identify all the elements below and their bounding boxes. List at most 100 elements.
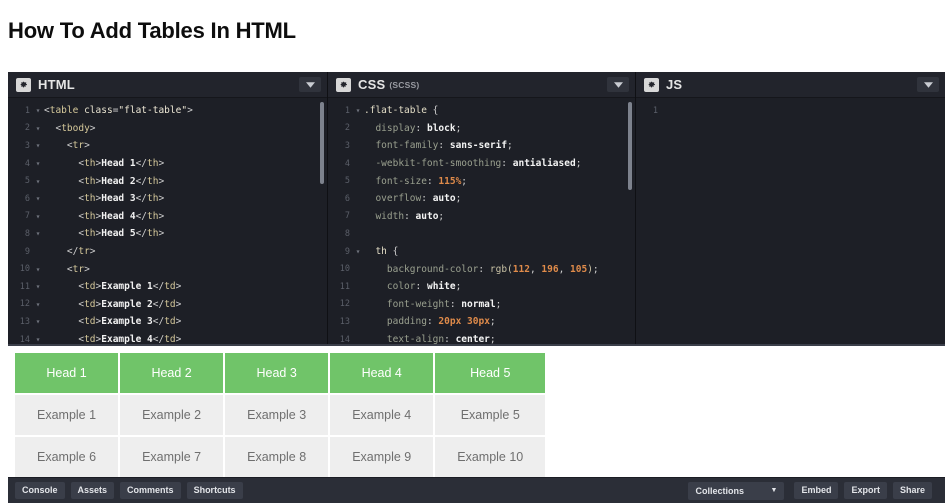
gear-icon[interactable] (16, 78, 31, 92)
table-cell: Example 7 (120, 437, 223, 477)
toolbar-button-console[interactable]: Console (15, 482, 65, 499)
table-header-cell: Head 1 (15, 353, 118, 393)
chevron-down-icon-css[interactable] (607, 77, 629, 92)
toolbar-button-export[interactable]: Export (844, 482, 887, 499)
line-number: 5 (328, 176, 354, 186)
code-line: 1▾<table class="flat-table"> (8, 102, 327, 120)
toolbar-button-share[interactable]: Share (893, 482, 932, 499)
code-text: th { (362, 246, 398, 257)
result-preview: Head 1Head 2Head 3Head 4Head 5Example 1E… (8, 344, 945, 477)
code-text: <tr> (42, 140, 90, 151)
table-row: Example 1Example 2Example 3Example 4Exam… (15, 395, 545, 435)
fold-marker[interactable]: ▾ (34, 265, 42, 274)
line-number: 9 (8, 247, 34, 257)
table-cell: Example 2 (120, 395, 223, 435)
fold-marker[interactable]: ▾ (354, 106, 362, 115)
code-line: 13▾ <td>Example 3</td> (8, 313, 327, 331)
toolbar-button-assets[interactable]: Assets (71, 482, 115, 499)
table-header-row: Head 1Head 2Head 3Head 4Head 5 (15, 353, 545, 393)
code-text: <td>Example 1</td> (42, 281, 181, 292)
editor-title-css: CSS (358, 77, 385, 92)
fold-marker[interactable]: ▾ (34, 106, 42, 115)
fold-marker[interactable]: ▾ (34, 300, 42, 309)
code-line: 11 color: white; (328, 278, 635, 296)
fold-marker[interactable]: ▾ (34, 124, 42, 133)
code-line: 5 font-size: 115%; (328, 172, 635, 190)
code-line: 14▾ <td>Example 4</td> (8, 331, 327, 344)
editor-scrollbar-css[interactable] (628, 102, 632, 190)
line-number: 10 (8, 264, 34, 274)
code-line: 6 overflow: auto; (328, 190, 635, 208)
line-number: 9 (328, 247, 354, 257)
line-number: 14 (8, 335, 34, 344)
code-line: 3▾ <tr> (8, 137, 327, 155)
line-number: 10 (328, 264, 354, 274)
fold-marker[interactable]: ▾ (34, 159, 42, 168)
code-line: 14 text-align: center; (328, 331, 635, 344)
line-number: 14 (328, 335, 354, 344)
code-lines-html: 1▾<table class="flat-table">2▾ <tbody>3▾… (8, 102, 327, 344)
code-area-html[interactable]: 1▾<table class="flat-table">2▾ <tbody>3▾… (8, 98, 327, 344)
code-line: 4 -webkit-font-smoothing: antialiased; (328, 155, 635, 173)
gear-icon[interactable] (644, 78, 659, 92)
line-number: 1 (328, 106, 354, 116)
code-text: font-family: sans-serif; (362, 140, 513, 151)
code-text: <table class="flat-table"> (42, 105, 193, 116)
table-header-cell: Head 5 (435, 353, 545, 393)
chevron-down-icon-js[interactable] (917, 77, 939, 92)
table-cell: Example 10 (435, 437, 545, 477)
gear-icon[interactable] (336, 78, 351, 92)
fold-marker[interactable]: ▾ (34, 335, 42, 344)
bottom-right-group: Collections ▼ Embed Export Share (688, 482, 938, 500)
editor-header-html: HTML (8, 72, 327, 98)
code-line: 5▾ <th>Head 2</th> (8, 172, 327, 190)
code-text: <td>Example 4</td> (42, 334, 181, 344)
editor-panels: HTML 1▾<table class="flat-table">2▾ <tbo… (8, 72, 945, 344)
collections-dropdown[interactable]: Collections ▼ (688, 482, 784, 500)
collections-label: Collections (695, 486, 744, 496)
chevron-down-icon-collections: ▼ (771, 487, 778, 494)
code-line: 12▾ <td>Example 2</td> (8, 296, 327, 314)
bottom-right-buttons: Embed Export Share (794, 482, 938, 499)
code-text: width: auto; (362, 211, 444, 222)
line-number: 7 (8, 211, 34, 221)
toolbar-button-shortcuts[interactable]: Shortcuts (187, 482, 243, 499)
line-number: 13 (8, 317, 34, 327)
line-number: 12 (8, 299, 34, 309)
line-number: 6 (8, 194, 34, 204)
fold-marker[interactable]: ▾ (34, 141, 42, 150)
code-line: 1▾.flat-table { (328, 102, 635, 120)
code-lines-js: 1 (636, 102, 945, 120)
fold-marker[interactable]: ▾ (34, 194, 42, 203)
code-text: <th>Head 3</th> (42, 193, 164, 204)
code-area-js[interactable]: 1 (636, 98, 945, 344)
line-number: 5 (8, 176, 34, 186)
code-line: 2 display: block; (328, 120, 635, 138)
fold-marker[interactable]: ▾ (34, 282, 42, 291)
toolbar-button-embed[interactable]: Embed (794, 482, 838, 499)
fold-marker[interactable]: ▾ (34, 229, 42, 238)
table-cell: Example 3 (225, 395, 328, 435)
code-text: font-size: 115%; (362, 176, 467, 187)
line-number: 3 (328, 141, 354, 151)
code-text: <td>Example 3</td> (42, 316, 181, 327)
chevron-down-icon-html[interactable] (299, 77, 321, 92)
page-title: How To Add Tables In HTML (0, 0, 945, 46)
line-number: 12 (328, 299, 354, 309)
code-text: <th>Head 5</th> (42, 228, 164, 239)
editor-panel-js: JS 1 (636, 72, 945, 344)
table-header-cell: Head 3 (225, 353, 328, 393)
bottom-toolbar: Console Assets Comments Shortcuts Collectio… (8, 477, 945, 503)
fold-marker[interactable]: ▾ (34, 177, 42, 186)
fold-marker[interactable]: ▾ (34, 317, 42, 326)
toolbar-button-comments[interactable]: Comments (120, 482, 181, 499)
codepen-screenshot: How To Add Tables In HTML HTML 1▾<table … (0, 0, 945, 503)
table-row: Example 6Example 7Example 8Example 9Exam… (15, 437, 545, 477)
code-line: 10▾ <tr> (8, 260, 327, 278)
fold-marker[interactable]: ▾ (354, 247, 362, 256)
table-cell: Example 6 (15, 437, 118, 477)
editor-scrollbar-html[interactable] (320, 102, 324, 184)
fold-marker[interactable]: ▾ (34, 212, 42, 221)
code-area-css[interactable]: 1▾.flat-table {2 display: block; 3 font-f… (328, 98, 635, 344)
code-text: display: block; (362, 123, 461, 134)
